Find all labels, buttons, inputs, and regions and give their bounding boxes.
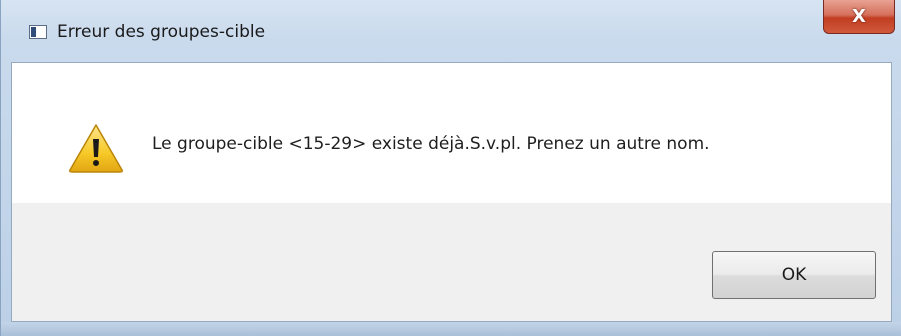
title-bar[interactable]: Erreur des groupes-cible X [1,0,901,62]
close-button[interactable]: X [823,0,895,34]
error-message: Le groupe-cible <15-29> existe déjà.S.v.… [152,134,710,154]
dialog-body: Le groupe-cible <15-29> existe déjà.S.v.… [11,62,892,322]
window-icon[interactable] [29,25,47,39]
close-icon: X [852,6,866,27]
warning-icon [69,124,123,173]
ok-button[interactable]: OK [712,251,876,299]
error-dialog-window: Erreur des groupes-cible X Le groupe-cib… [0,0,901,336]
window-title: Erreur des groupes-cible [57,22,266,42]
message-area: Le groupe-cible <15-29> existe déjà.S.v.… [12,63,891,203]
window-bottom-frame [1,322,901,336]
